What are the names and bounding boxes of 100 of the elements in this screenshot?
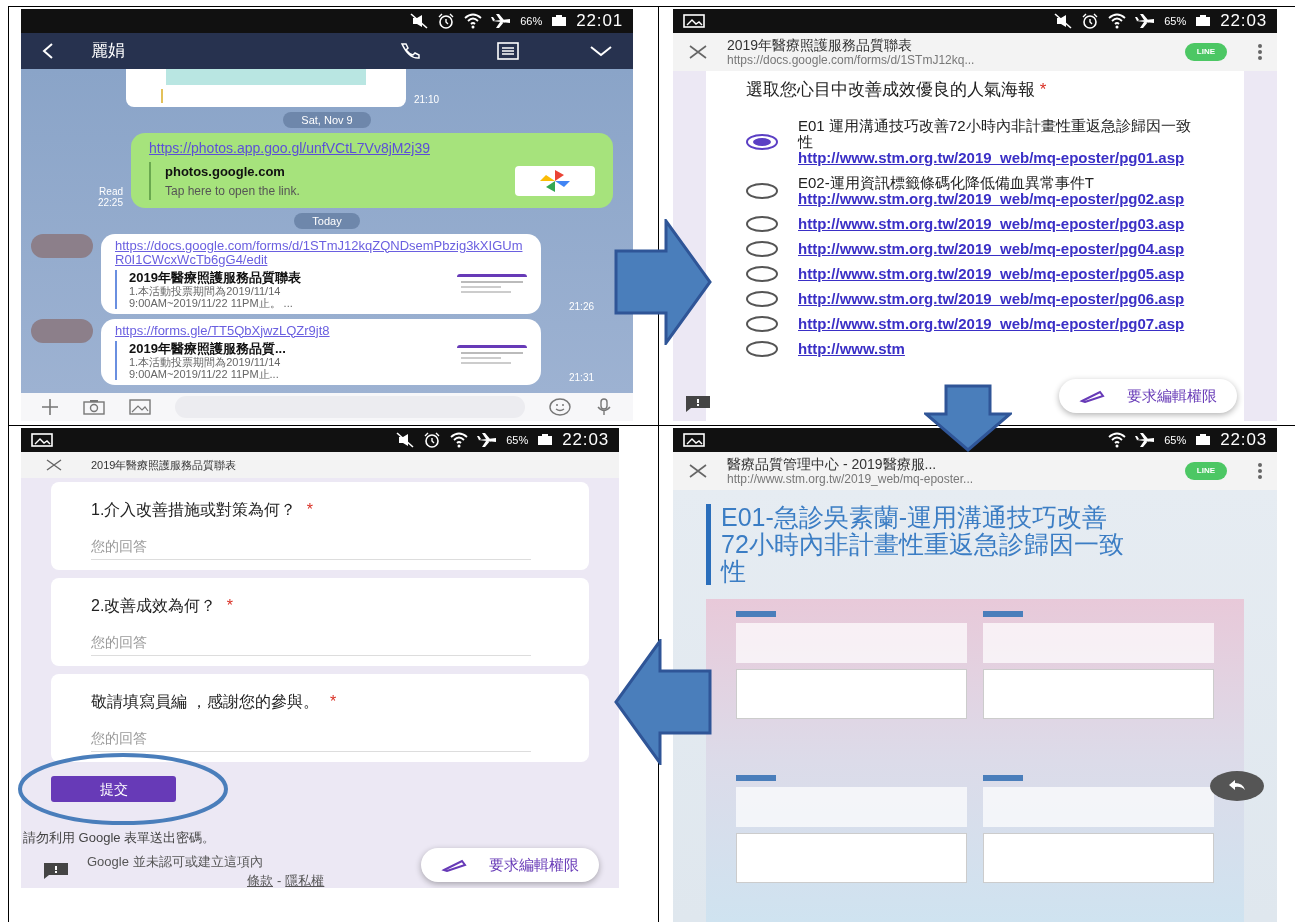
radio-button[interactable] (746, 265, 778, 282)
emoji-icon[interactable] (549, 398, 571, 416)
edit-request-button[interactable]: 要求編輯權限 (1059, 379, 1237, 413)
wifi-icon (1108, 432, 1127, 448)
wifi-icon (450, 432, 469, 448)
message-link[interactable]: https://forms.gle/TT5QbXjwzLQZr9jt8 (115, 323, 527, 338)
footer-link[interactable]: 隱私權 (285, 871, 325, 888)
option-label: E01 運用溝通技巧改善72小時內非計畫性重返急診歸因一致性 (798, 117, 1192, 150)
option-link[interactable]: http://www.stm (798, 340, 1198, 357)
password-notice: 請勿利用 Google 表單送出密碼。 (23, 829, 216, 847)
close-icon[interactable] (45, 459, 63, 471)
footer-separator: - (277, 872, 282, 888)
battery-icon (537, 434, 554, 446)
pencil-icon (1079, 389, 1105, 403)
submit-button[interactable]: 提交 (51, 776, 176, 802)
more-icon[interactable] (1257, 462, 1263, 480)
more-icon[interactable] (1257, 43, 1263, 61)
image-icon (683, 14, 705, 28)
question-title: 2.改善成效為何？ * (91, 596, 235, 616)
option-label: E02-運用資訊標籤條碼化降低備血異常事件T (798, 174, 1095, 191)
feedback-icon[interactable] (685, 395, 711, 413)
battery-icon (1195, 434, 1212, 446)
radio-button[interactable] (746, 215, 778, 232)
phone-icon[interactable] (399, 42, 421, 60)
edit-request-button[interactable]: 要求編輯權限 (421, 848, 599, 882)
required-mark: * (226, 597, 234, 614)
poster-heading: E01-急診吳素蘭-運用溝通技巧改善72小時內非計畫性重返急診歸因一致性 (706, 504, 1126, 585)
back-icon[interactable] (41, 42, 55, 60)
battery-percentage: 65% (506, 432, 529, 448)
microphone-icon[interactable] (595, 398, 613, 416)
wifi-icon (1108, 13, 1127, 29)
radio-button[interactable] (746, 133, 778, 150)
battery-icon (551, 15, 568, 27)
page-title: 2019年醫療照護服務品質聯表 (91, 457, 237, 473)
muted-speaker-icon (1054, 13, 1073, 29)
required-mark: * (1039, 80, 1047, 99)
status-time: 22:03 (1220, 10, 1267, 33)
link-preview-description: 1.本活動投票期間為2019/11/14 9:00AM~2019/11/22 11PM止。 ... (129, 284, 294, 309)
battery-icon (1195, 15, 1212, 27)
page-title: 醫療品質管理中心 - 2019醫療服... (727, 456, 938, 472)
alarm-clock-icon (423, 432, 442, 448)
option-link[interactable]: http://www.stm.org.tw/2019_web/mq-eposter/pg05.asp (798, 265, 1198, 282)
read-receipt: Read (99, 185, 123, 197)
close-icon[interactable] (687, 464, 709, 478)
alarm-clock-icon (1081, 13, 1100, 29)
message-link[interactable]: https://photos.app.goo.gl/unfVCtL7Vv8jM2j39 (149, 141, 449, 156)
link-preview-hint: Tap here to open the link. (165, 182, 301, 200)
muted-speaker-icon (410, 13, 429, 29)
muted-speaker-icon (396, 432, 415, 448)
airplane-icon (491, 13, 512, 29)
message-time: 21:31 (569, 370, 595, 385)
close-icon[interactable] (687, 45, 709, 59)
answer-field[interactable]: 您的回答 (91, 632, 531, 656)
airplane-icon (1135, 432, 1156, 448)
image-icon (31, 433, 53, 447)
camera-icon[interactable] (83, 399, 105, 415)
option-link[interactable]: http://www.stm.org.tw/2019_web/mq-eposter/pg07.asp (798, 315, 1198, 332)
option-link[interactable]: http://www.stm.org.tw/2019_web/mq-eposter/pg03.asp (798, 215, 1198, 232)
message-time: 22:25 (97, 196, 123, 208)
answer-field[interactable]: 您的回答 (91, 536, 531, 560)
pencil-icon (441, 858, 467, 872)
chevron-down-icon[interactable] (589, 45, 613, 57)
page-title: 2019年醫療照護服務品質聯表 (727, 37, 914, 53)
status-time: 22:03 (562, 429, 609, 452)
option-link[interactable]: http://www.stm.org.tw/2019_web/mq-eposter/pg06.asp (798, 290, 1198, 307)
page-url: http://www.stm.org.tw/2019_web/mq-eposter... (727, 472, 975, 486)
option-link[interactable]: http://www.stm.org.tw/2019_web/mq-eposter/pg02.asp (798, 190, 1198, 207)
message-link[interactable]: https://docs.google.com/forms/d/1STmJ12kqZQNDsemPbzig3kXIGUmR0I1CWcxWcTb6gG4/edit (115, 238, 527, 267)
message-time: 21:10 (414, 93, 440, 107)
battery-percentage: 65% (1164, 13, 1187, 29)
plus-icon[interactable] (41, 398, 59, 416)
back-button-icon[interactable] (1209, 770, 1265, 802)
wifi-icon (464, 13, 483, 29)
link-preview-site: photos.google.com (165, 163, 286, 181)
required-mark: * (329, 693, 337, 710)
question-title: 1.介入改善措施或對策為何？ * (91, 500, 315, 520)
footer-link[interactable]: 條款 (247, 871, 273, 888)
answer-field[interactable]: 您的回答 (91, 728, 531, 752)
required-mark: * (306, 501, 314, 518)
radio-button[interactable] (746, 290, 778, 307)
avatar (31, 233, 93, 258)
message-time: 21:26 (569, 299, 595, 314)
status-time: 22:01 (576, 10, 623, 33)
link-preview-description: 1.本活動投票期間為2019/11/14 9:00AM~2019/11/22 11PM止... (129, 355, 282, 380)
option-link[interactable]: http://www.stm.org.tw/2019_web/mq-eposter/pg04.asp (798, 240, 1198, 257)
radio-button[interactable] (746, 340, 778, 357)
battery-percentage: 65% (1164, 432, 1187, 448)
question-title: 選取您心目中改善成效優良的人氣海報 * (746, 79, 1048, 101)
option-link[interactable]: http://www.stm.org.tw/2019_web/mq-eposter/pg01.asp (798, 149, 1198, 166)
footer-text: Google 並未認可或建立這項內 (87, 852, 263, 871)
airplane-icon (477, 432, 498, 448)
avatar (31, 318, 93, 343)
radio-button[interactable] (746, 182, 778, 199)
radio-button[interactable] (746, 315, 778, 332)
airplane-icon (1135, 13, 1156, 29)
feedback-icon[interactable] (43, 862, 69, 880)
menu-icon[interactable] (497, 42, 519, 60)
image-icon[interactable] (129, 399, 151, 415)
link-preview-title: 2019年醫療照護服務品質聯表 (129, 269, 302, 285)
radio-button[interactable] (746, 240, 778, 257)
